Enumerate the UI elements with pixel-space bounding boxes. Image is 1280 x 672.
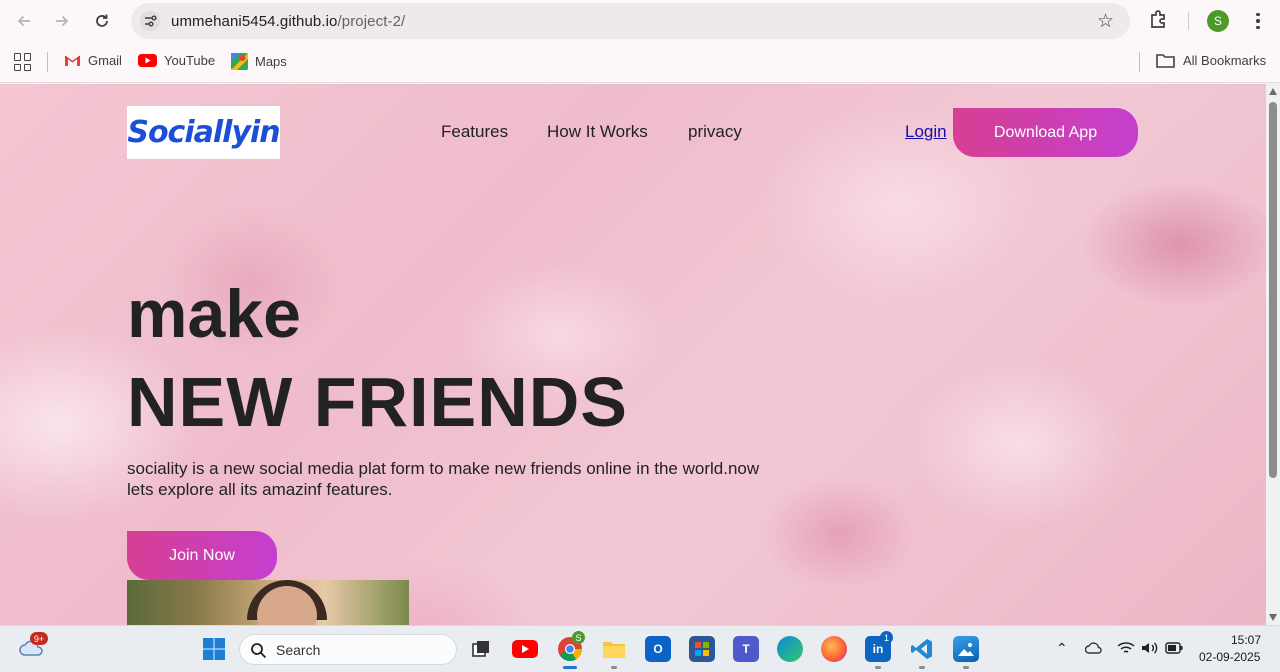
- nav-how-it-works[interactable]: How It Works: [547, 122, 648, 142]
- youtube-app-icon[interactable]: [512, 640, 538, 658]
- profile-avatar[interactable]: S: [1207, 10, 1229, 32]
- bookmark-label: YouTube: [164, 53, 216, 68]
- bookmark-label: Gmail: [88, 53, 122, 68]
- edge-icon[interactable]: [777, 636, 803, 662]
- chevron-up-icon[interactable]: ⌃: [1056, 640, 1068, 657]
- scroll-up-arrow-icon[interactable]: [1269, 88, 1277, 95]
- photos-running-indicator: [963, 666, 969, 669]
- bookmarks-divider: [1139, 52, 1140, 72]
- vscode-running-indicator: [919, 666, 925, 669]
- hero-description-line-1: sociality is a new social media plat for…: [127, 459, 760, 478]
- teams-icon[interactable]: T: [733, 636, 759, 662]
- vscode-icon[interactable]: [909, 636, 935, 662]
- clock-time[interactable]: 15:07: [1231, 633, 1261, 647]
- taskbar-search[interactable]: Search: [239, 634, 457, 665]
- all-bookmarks-label: All Bookmarks: [1183, 53, 1267, 68]
- extensions-puzzle-icon[interactable]: [1148, 9, 1170, 31]
- youtube-icon: [138, 54, 157, 67]
- join-now-button[interactable]: Join Now: [127, 531, 277, 580]
- search-icon: [251, 643, 267, 659]
- page-scrollbar[interactable]: [1266, 84, 1280, 625]
- microsoft-store-icon[interactable]: [689, 636, 715, 662]
- reload-button[interactable]: [89, 8, 115, 34]
- battery-icon[interactable]: [1165, 642, 1183, 654]
- hero-description: sociality is a new social media plat for…: [127, 458, 787, 500]
- hero-title-line-2: NEW FRIENDS: [127, 363, 628, 441]
- address-bar[interactable]: ummehani5454.github.io/project-2/ ☆: [131, 3, 1130, 39]
- hero-description-line-2: lets explore all its amazinf features.: [127, 480, 393, 499]
- browser-toolbar: ummehani5454.github.io/project-2/ ☆ S: [0, 0, 1280, 42]
- maps-icon: [231, 53, 248, 70]
- scroll-thumb[interactable]: [1269, 102, 1277, 478]
- bookmarks-divider: [47, 52, 48, 72]
- bookmark-star-icon[interactable]: ☆: [1097, 10, 1114, 33]
- nav-privacy[interactable]: privacy: [688, 122, 742, 142]
- bookmark-maps[interactable]: Maps: [231, 53, 287, 70]
- windows-taskbar: 9+ Search S O T in 1 ⌃ 15:07 02-09-2025: [0, 625, 1280, 672]
- arrow-right-icon: [56, 15, 69, 27]
- linkedin-running-indicator: [875, 666, 881, 669]
- url-text: ummehani5454.github.io/project-2/: [171, 13, 405, 30]
- firefox-icon[interactable]: [821, 636, 847, 662]
- url-path: /project-2/: [337, 13, 406, 30]
- bookmarks-bar: Gmail YouTube Maps All Bookmarks: [0, 42, 1280, 83]
- all-bookmarks-button[interactable]: All Bookmarks: [1156, 53, 1266, 68]
- folder-icon: [1156, 54, 1175, 68]
- arrow-left-icon: [17, 15, 30, 27]
- chrome-active-indicator: [563, 666, 577, 669]
- chrome-profile-badge: S: [572, 631, 585, 644]
- apps-grid-icon[interactable]: [14, 53, 32, 71]
- file-explorer-icon[interactable]: [601, 636, 627, 662]
- reload-icon: [96, 14, 108, 27]
- page-viewport: Sociallyin Features How It Works privacy…: [0, 84, 1266, 625]
- site-logo[interactable]: Sociallyin: [127, 106, 281, 159]
- bookmark-gmail[interactable]: Gmail: [64, 53, 122, 68]
- volume-icon[interactable]: [1141, 641, 1159, 655]
- scroll-down-arrow-icon[interactable]: [1269, 614, 1277, 621]
- weather-badge: 9+: [30, 632, 48, 645]
- bookmark-youtube[interactable]: YouTube: [138, 53, 215, 68]
- onedrive-cloud-icon[interactable]: [1085, 642, 1103, 655]
- nav-features[interactable]: Features: [441, 122, 508, 142]
- forward-button[interactable]: [49, 8, 75, 34]
- logo-text: Sociallyin: [127, 115, 280, 150]
- browser-menu-icon[interactable]: [1248, 9, 1268, 33]
- search-label: Search: [276, 642, 321, 658]
- wifi-icon[interactable]: [1117, 641, 1135, 655]
- login-link[interactable]: Login: [905, 122, 947, 142]
- download-app-button[interactable]: Download App: [953, 108, 1138, 157]
- site-info-icon[interactable]: [140, 11, 160, 31]
- gmail-icon: [64, 55, 81, 66]
- url-host: ummehani5454.github.io: [171, 13, 338, 30]
- outlook-icon[interactable]: O: [645, 636, 671, 662]
- bookmark-label: Maps: [255, 54, 287, 69]
- clock-date[interactable]: 02-09-2025: [1199, 650, 1260, 664]
- explorer-running-indicator: [611, 666, 617, 669]
- toolbar-divider: [1188, 12, 1189, 30]
- back-button[interactable]: [11, 8, 37, 34]
- hero-photo: [127, 580, 409, 625]
- task-view-icon[interactable]: [468, 636, 494, 662]
- windows-start-icon[interactable]: [201, 636, 227, 662]
- hero-title-line-1: make: [127, 276, 301, 352]
- photos-icon[interactable]: [953, 636, 979, 662]
- linkedin-badge: 1: [880, 631, 893, 644]
